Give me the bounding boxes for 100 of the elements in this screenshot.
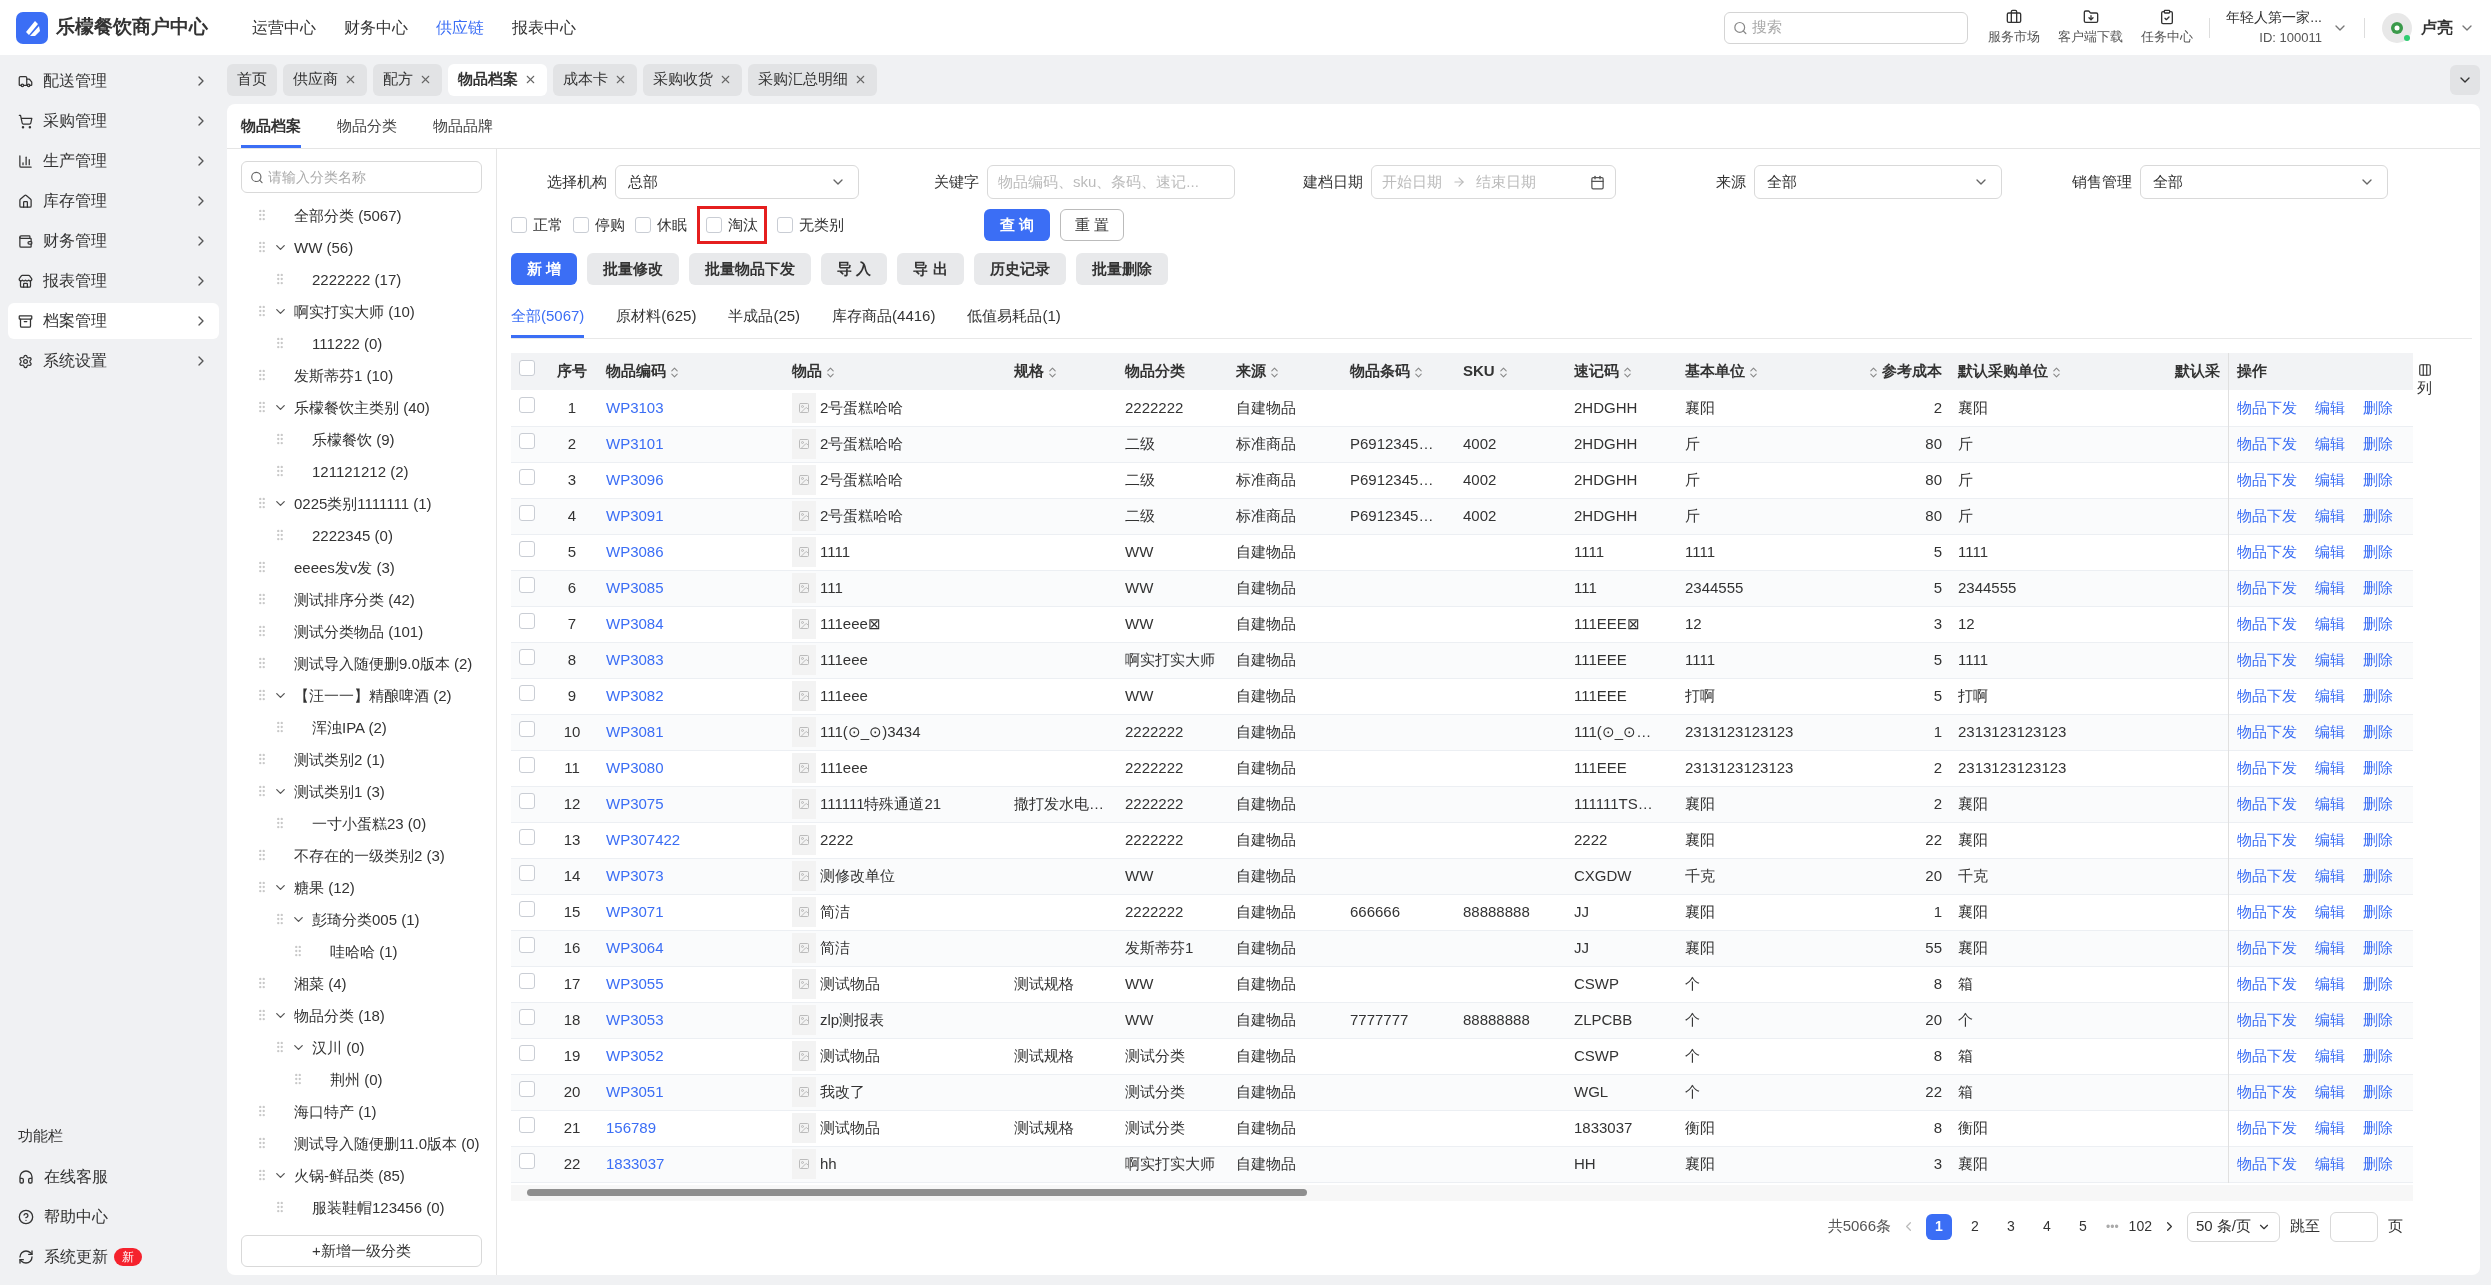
checkbox[interactable] bbox=[511, 217, 527, 233]
tree-item[interactable]: 湘菜 (4) bbox=[294, 975, 347, 991]
action-link[interactable]: 物品下发 bbox=[2236, 648, 2297, 672]
action-link[interactable]: 删除 bbox=[2362, 756, 2393, 780]
checkbox-label[interactable]: 休眠 bbox=[657, 213, 687, 237]
checkbox-label[interactable]: 正常 bbox=[533, 213, 563, 237]
close-icon[interactable] bbox=[614, 73, 627, 86]
column-header[interactable]: 基本单位 bbox=[1677, 353, 1815, 390]
keyword-field[interactable]: 物品编码、sku、条码、速记... bbox=[987, 165, 1235, 199]
action-link[interactable]: 物品下发 bbox=[2236, 900, 2297, 924]
tree-item[interactable]: 海口特产 (1) bbox=[294, 1103, 377, 1119]
action-link[interactable]: 删除 bbox=[2362, 1008, 2393, 1032]
page-number[interactable]: 3 bbox=[1998, 1213, 2024, 1240]
toolbar-button[interactable]: 批量修改 bbox=[587, 253, 680, 285]
action-link[interactable]: 删除 bbox=[2362, 972, 2393, 996]
action-link[interactable]: 物品下发 bbox=[2236, 1044, 2297, 1068]
sort-icon[interactable] bbox=[668, 365, 681, 379]
tree-item[interactable]: 乐檬餐饮主类别 (40) bbox=[294, 399, 430, 415]
org-select[interactable]: 总部 bbox=[615, 165, 859, 199]
action-link[interactable]: 物品下发 bbox=[2236, 612, 2297, 636]
action-link[interactable]: 物品下发 bbox=[2236, 432, 2297, 456]
search-input[interactable]: 搜索 bbox=[1752, 16, 1960, 39]
sort-icon[interactable] bbox=[2050, 365, 2063, 379]
tool-link[interactable]: 客户端下载 bbox=[2058, 26, 2124, 47]
tree-item[interactable]: 测试排序分类 (42) bbox=[294, 591, 415, 607]
checkbox[interactable] bbox=[777, 217, 793, 233]
action-link[interactable]: 编辑 bbox=[2314, 1116, 2345, 1140]
action-link[interactable]: 物品下发 bbox=[2236, 684, 2297, 708]
category-tab[interactable]: 原材料(625) bbox=[616, 304, 697, 338]
checkbox[interactable] bbox=[519, 900, 535, 917]
clipboard-check-icon[interactable] bbox=[2159, 8, 2176, 25]
briefcase-icon[interactable] bbox=[2006, 8, 2023, 25]
tree-item[interactable]: 测试类别1 (3) bbox=[294, 783, 385, 799]
sidebar-item[interactable]: 采购管理 bbox=[8, 103, 219, 139]
checkbox[interactable] bbox=[519, 1008, 535, 1025]
tree-item[interactable]: 2222222 (17) bbox=[312, 271, 402, 287]
page-jump-field[interactable] bbox=[2330, 1211, 2378, 1242]
action-link[interactable]: 删除 bbox=[2362, 1152, 2393, 1176]
action-link[interactable]: 物品下发 bbox=[2236, 720, 2297, 744]
action-link[interactable]: 删除 bbox=[2362, 504, 2393, 528]
footer-link[interactable]: 系统更新 bbox=[44, 1245, 108, 1269]
tabs-menu-button[interactable] bbox=[2450, 64, 2480, 95]
item-code-link[interactable]: WP3080 bbox=[606, 758, 664, 776]
checkbox[interactable] bbox=[519, 936, 535, 953]
item-code-link[interactable]: 156789 bbox=[606, 1118, 657, 1136]
toolbar-button[interactable]: 导 入 bbox=[821, 253, 888, 285]
item-code-link[interactable]: WP3052 bbox=[606, 1046, 664, 1064]
action-link[interactable]: 编辑 bbox=[2314, 792, 2345, 816]
action-link[interactable]: 物品下发 bbox=[2236, 396, 2297, 419]
tree-item[interactable]: eeees发v发 (3) bbox=[294, 559, 395, 575]
nav-link[interactable]: 报表中心 bbox=[512, 15, 576, 40]
page-number[interactable]: 4 bbox=[2034, 1213, 2060, 1240]
checkbox[interactable] bbox=[519, 468, 535, 485]
tree-item[interactable]: 测试导入随便删11.0版本 (0) bbox=[294, 1135, 480, 1151]
category-search-field[interactable]: 请输入分类名称 bbox=[241, 161, 482, 193]
checkbox-label[interactable]: 淘汰 bbox=[728, 213, 758, 237]
action-link[interactable]: 物品下发 bbox=[2236, 576, 2297, 600]
action-link[interactable]: 编辑 bbox=[2314, 432, 2345, 456]
item-code-link[interactable]: WP3055 bbox=[606, 974, 664, 992]
action-link[interactable]: 编辑 bbox=[2314, 648, 2345, 672]
column-header[interactable]: 速记码 bbox=[1566, 353, 1677, 390]
action-link[interactable]: 删除 bbox=[2362, 864, 2393, 888]
action-link[interactable]: 编辑 bbox=[2314, 864, 2345, 888]
tree-item[interactable]: 测试导入随便删9.0版本 (2) bbox=[294, 655, 473, 671]
sidebar-item[interactable]: 库存管理 bbox=[8, 183, 219, 219]
checkbox[interactable] bbox=[519, 1080, 535, 1097]
close-icon[interactable] bbox=[419, 73, 432, 86]
action-link[interactable]: 编辑 bbox=[2314, 900, 2345, 924]
action-link[interactable]: 删除 bbox=[2362, 792, 2393, 816]
search-field[interactable]: 搜索 bbox=[1724, 11, 1969, 44]
sales-select[interactable]: 全部 bbox=[2140, 165, 2388, 199]
close-icon[interactable] bbox=[524, 73, 537, 86]
column-header[interactable]: 物品编码 bbox=[598, 353, 784, 390]
reset-button[interactable]: 重 置 bbox=[1060, 209, 1125, 241]
toolbar-button[interactable]: 历史记录 bbox=[973, 253, 1066, 285]
action-link[interactable]: 编辑 bbox=[2314, 756, 2345, 780]
tree-item[interactable]: 物品分类 (18) bbox=[294, 1007, 385, 1023]
action-link[interactable]: 编辑 bbox=[2314, 1080, 2345, 1104]
item-code-link[interactable]: WP3085 bbox=[606, 578, 664, 596]
action-link[interactable]: 删除 bbox=[2362, 828, 2393, 852]
add-category-button[interactable]: +新增一级分类 bbox=[241, 1235, 482, 1267]
action-link[interactable]: 物品下发 bbox=[2236, 468, 2297, 492]
sub-tab[interactable]: 物品档案 bbox=[241, 114, 301, 148]
action-link[interactable]: 删除 bbox=[2362, 612, 2393, 636]
action-link[interactable]: 删除 bbox=[2362, 684, 2393, 708]
page-tab[interactable]: 采购收货 bbox=[643, 63, 742, 96]
sort-icon[interactable] bbox=[1867, 365, 1880, 379]
action-link[interactable]: 物品下发 bbox=[2236, 504, 2297, 528]
tree-item[interactable]: 火锅-鲜品类 (85) bbox=[294, 1167, 405, 1183]
action-link[interactable]: 编辑 bbox=[2314, 720, 2345, 744]
account-name[interactable]: 年轻人第一家... bbox=[2226, 7, 2322, 29]
item-code-link[interactable]: WP3086 bbox=[606, 542, 664, 560]
checkbox[interactable] bbox=[519, 612, 535, 629]
action-link[interactable]: 编辑 bbox=[2314, 396, 2345, 419]
checkbox[interactable] bbox=[519, 720, 535, 737]
checkbox[interactable] bbox=[573, 217, 589, 233]
tree-item[interactable]: 测试分类物品 (101) bbox=[294, 623, 424, 639]
sidebar-item[interactable]: 档案管理 bbox=[8, 303, 219, 339]
checkbox[interactable] bbox=[519, 1116, 535, 1133]
sort-icon[interactable] bbox=[1412, 365, 1425, 379]
